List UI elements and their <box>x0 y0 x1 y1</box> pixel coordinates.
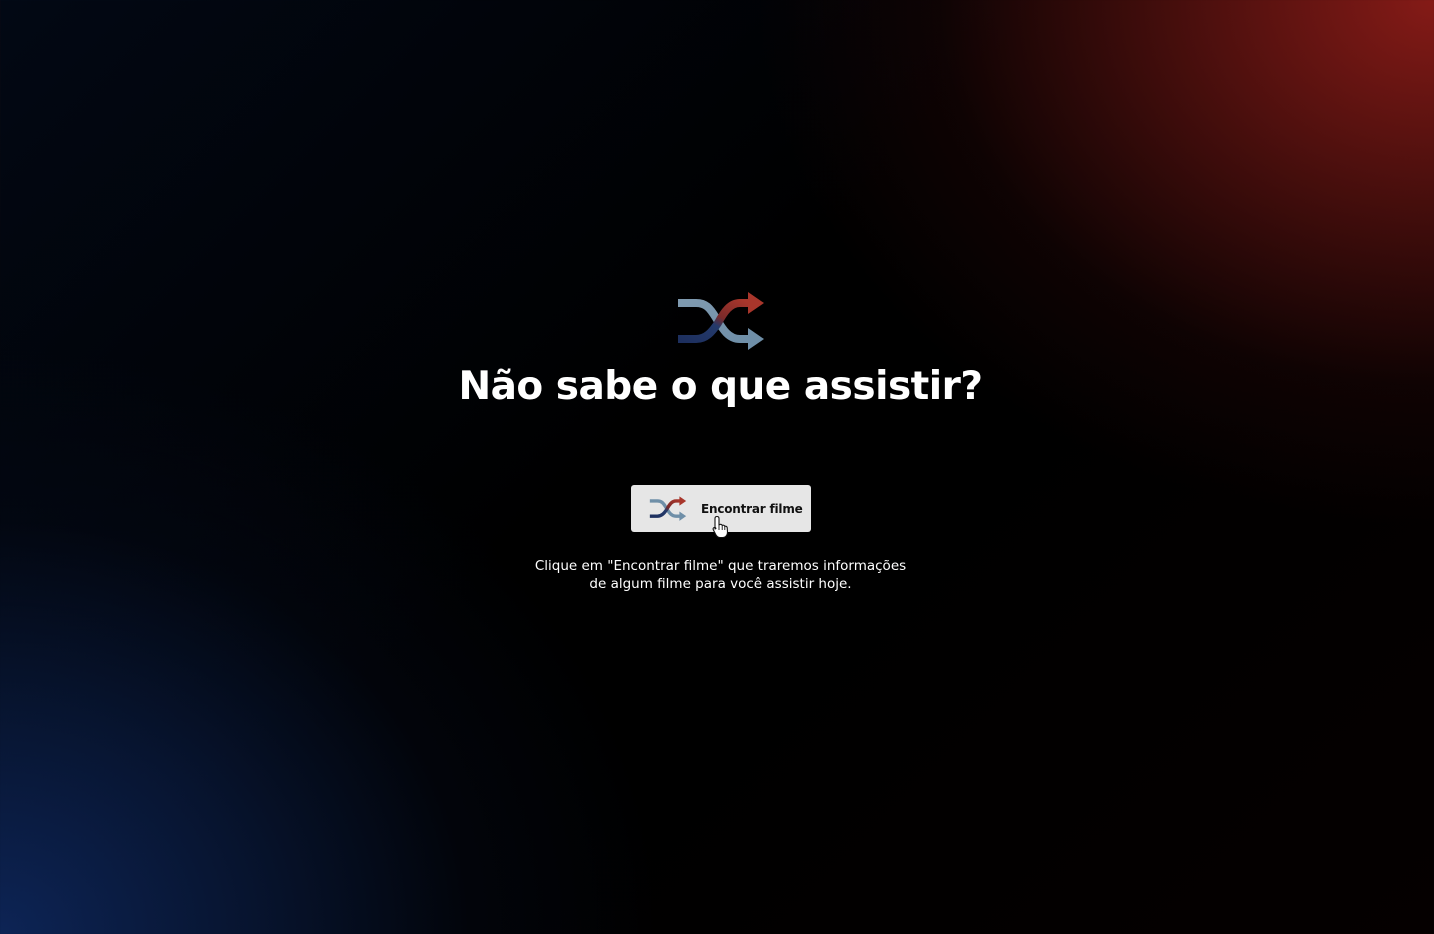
find-movie-button-label: Encontrar filme <box>701 501 803 516</box>
page-title: Não sabe o que assistir? <box>458 364 983 409</box>
description-text: Clique em "Encontrar filme" que traremos… <box>0 557 1434 593</box>
description-line: de algum filme para você assistir hoje. <box>589 576 852 592</box>
shuffle-icon <box>678 292 764 350</box>
hand-pointer-cursor-icon <box>712 515 729 539</box>
shuffle-icon <box>649 495 687 521</box>
description-line: Clique em "Encontrar filme" que traremos… <box>534 558 907 574</box>
hero-section: Não sabe o que assistir? Encontrar filme… <box>0 0 1434 934</box>
